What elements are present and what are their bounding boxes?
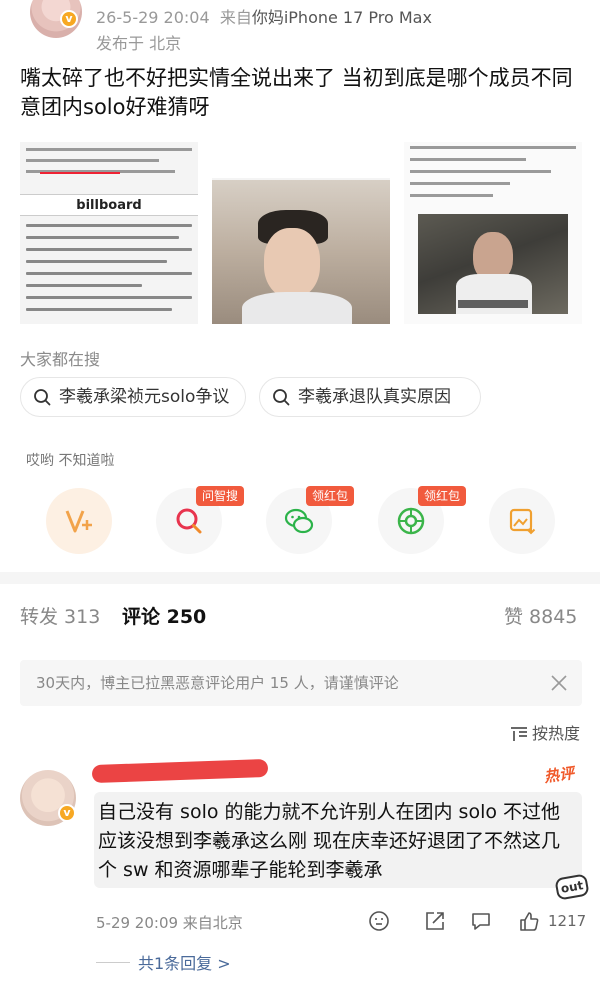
wechat-icon bbox=[284, 508, 314, 534]
portrait-face bbox=[264, 228, 320, 298]
portrait-body bbox=[242, 292, 352, 324]
comment-notice: 30天内，博主已拉黑恶意评论用户 15 人，请谨慎评论 bbox=[20, 660, 582, 706]
tab-like[interactable]: 赞 8845 bbox=[504, 602, 577, 629]
hot-comment-badge: 热评 bbox=[542, 763, 576, 786]
verified-badge-icon: v bbox=[58, 804, 76, 822]
search-chip-label: 李羲承退队真实原因 bbox=[298, 387, 451, 407]
comment-meta: 5-29 20:09 来自北京 bbox=[96, 914, 243, 932]
save-image-icon bbox=[509, 508, 536, 535]
tab-comment[interactable]: 评论 250 bbox=[122, 602, 206, 629]
smart-search-icon bbox=[176, 508, 202, 534]
comment-like-count: 1217 bbox=[548, 912, 587, 930]
share-icon[interactable] bbox=[424, 910, 446, 932]
post-images: billboard bbox=[20, 142, 582, 324]
search-suggestions-title: 大家都在搜 bbox=[20, 350, 101, 369]
v-plus-button[interactable] bbox=[46, 488, 112, 554]
emoji-icon[interactable] bbox=[368, 910, 390, 932]
thumbs-up-icon[interactable] bbox=[518, 910, 540, 932]
article-body-lines bbox=[26, 224, 192, 320]
sort-icon bbox=[511, 727, 527, 741]
search-chip-2[interactable]: 李羲承退队真实原因 bbox=[259, 377, 481, 417]
comment-text: 自己没有 solo 的能力就不允许别人在团内 solo 不过他应该没想到李羲承这… bbox=[98, 801, 561, 881]
smart-search-tag: 问智搜 bbox=[196, 486, 245, 506]
post-location: 发布于 北京 bbox=[96, 34, 182, 53]
reply-icon[interactable] bbox=[470, 910, 492, 932]
post-timestamp: 26-5-29 20:04 bbox=[96, 8, 210, 27]
interaction-tabs: 转发 313 评论 250 赞 8845 bbox=[0, 584, 600, 644]
redacted-username bbox=[91, 758, 269, 784]
save-image-button[interactable] bbox=[489, 488, 555, 554]
view-replies-link[interactable]: 共1条回复 > bbox=[138, 950, 231, 974]
source-prefix: 来自 bbox=[219, 8, 252, 27]
sort-by-hot[interactable]: 按热度 bbox=[510, 720, 580, 744]
red-envelope-tag: 领红包 bbox=[418, 486, 467, 506]
video-shirt bbox=[456, 274, 532, 314]
quick-actions-label: 哎哟 不知道啦 bbox=[26, 453, 115, 469]
chat-text-lines bbox=[410, 146, 576, 206]
search-chip-1[interactable]: 李羲承梁祯元solo争议 bbox=[20, 377, 246, 417]
red-envelope-tag: 领红包 bbox=[306, 486, 355, 506]
post-header: v 26-5-29 20:04 来自你妈iPhone 17 Pro Max 发布… bbox=[0, 0, 600, 56]
sort-label: 按热度 bbox=[532, 724, 581, 743]
video-caption-bar bbox=[458, 300, 528, 308]
post-source: 你妈iPhone 17 Pro Max bbox=[251, 8, 432, 27]
tab-repost[interactable]: 转发 313 bbox=[20, 602, 100, 629]
post-image-1[interactable]: billboard bbox=[20, 142, 198, 324]
reply-divider bbox=[96, 962, 130, 963]
underline-mark bbox=[40, 172, 120, 174]
search-icon bbox=[273, 389, 290, 406]
post-image-3[interactable] bbox=[404, 142, 582, 324]
portrait-photo bbox=[212, 180, 390, 324]
verified-badge-icon: v bbox=[60, 10, 78, 28]
billboard-logo: billboard bbox=[20, 194, 198, 216]
section-divider bbox=[0, 572, 600, 584]
search-chip-label: 李羲承梁祯元solo争议 bbox=[59, 387, 230, 407]
post-image-2[interactable] bbox=[212, 142, 390, 324]
close-icon[interactable] bbox=[550, 674, 568, 692]
search-icon bbox=[34, 389, 51, 406]
video-still bbox=[418, 214, 568, 314]
out-sticker: out bbox=[554, 873, 590, 901]
article-text-lines bbox=[26, 148, 192, 181]
moments-icon bbox=[397, 507, 425, 535]
notice-text: 30天内，博主已拉黑恶意评论用户 15 人，请谨慎评论 bbox=[36, 674, 399, 692]
v-plus-icon bbox=[65, 510, 92, 533]
post-text: 嘴太碎了也不好把实情全说出来了 当初到底是哪个成员不同意团内solo好难猜呀 bbox=[20, 66, 573, 119]
image-header-strip bbox=[212, 142, 390, 178]
post-meta: 26-5-29 20:04 来自你妈iPhone 17 Pro Max bbox=[96, 4, 432, 28]
